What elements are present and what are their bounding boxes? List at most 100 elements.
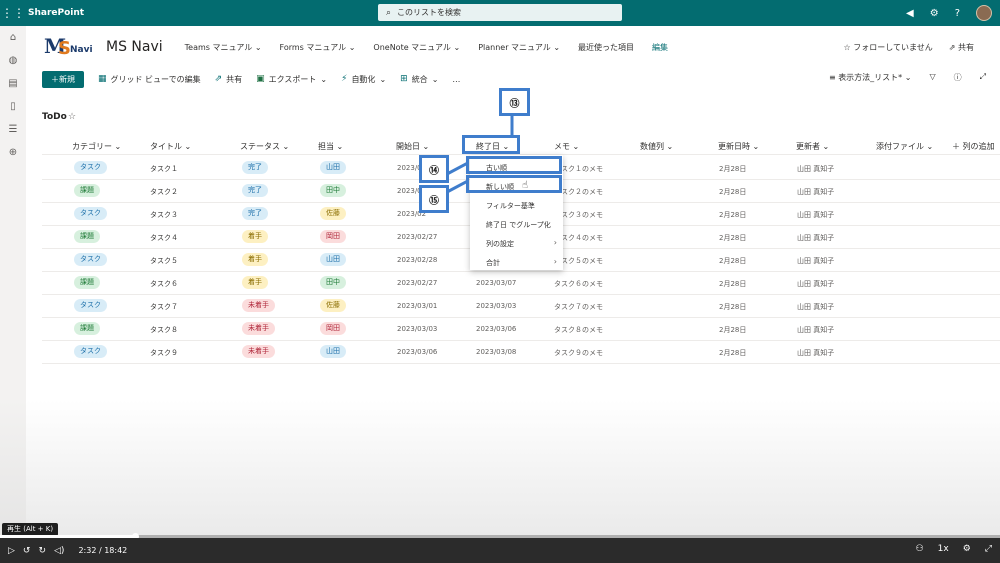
grid-edit-button[interactable]: ▦ グリッド ビューでの編集: [98, 74, 201, 85]
gear-icon[interactable]: ⚙: [930, 8, 939, 19]
title-cell: タスク９: [150, 349, 178, 357]
new-button[interactable]: ＋ 新規: [42, 70, 84, 88]
menu-item-filter[interactable]: フィルター基準: [486, 201, 535, 211]
end-date-cell: 2023/03/03: [476, 302, 517, 310]
category-pill: タスク: [74, 253, 107, 266]
forward-icon[interactable]: ↻: [38, 546, 46, 556]
more-command[interactable]: …: [452, 75, 460, 84]
info-icon[interactable]: ⓘ: [954, 72, 962, 83]
nav-item-teams[interactable]: Teams マニュアル ⌄: [185, 42, 262, 53]
modified-by-cell: 山田 真知子: [797, 303, 835, 311]
column-header-owner[interactable]: 担当 ⌄: [318, 141, 343, 152]
list-icon[interactable]: ☰: [9, 124, 18, 135]
modified-cell: 2月28日: [719, 326, 747, 334]
nav-item-recent[interactable]: 最近使った項目: [578, 42, 634, 53]
site-name[interactable]: MS Navi: [106, 39, 163, 55]
menu-item-totals[interactable]: 合計: [486, 258, 500, 268]
nav-item-planner[interactable]: Planner マニュアル ⌄: [478, 42, 560, 53]
integrate-command[interactable]: ⊞ 統合 ⌄: [400, 74, 438, 85]
annotation-highlight-end-column: [462, 135, 520, 154]
help-icon[interactable]: ?: [955, 8, 960, 19]
annotation-pointer-13: [510, 115, 514, 138]
column-header-status[interactable]: ステータス ⌄: [240, 141, 289, 152]
start-date-cell: 2023/03/01: [397, 302, 438, 310]
follow-button[interactable]: ☆ フォローしていません: [844, 42, 933, 53]
avatar[interactable]: [976, 5, 992, 21]
nav-edit-link[interactable]: 編集: [652, 42, 668, 53]
status-pill: 完了: [242, 184, 268, 197]
modified-cell: 2月28日: [719, 257, 747, 265]
modified-by-cell: 山田 真知子: [797, 165, 835, 173]
end-date-cell: 2023/03/07: [476, 279, 517, 287]
settings-icon[interactable]: ⚙: [963, 544, 971, 554]
column-header-category[interactable]: カテゴリー ⌄: [72, 141, 121, 152]
title-cell: タスク３: [150, 211, 178, 219]
globe-icon[interactable]: ◍: [9, 55, 18, 66]
modified-by-cell: 山田 真知子: [797, 257, 835, 265]
rewind-icon[interactable]: ↺: [23, 546, 31, 556]
news-icon[interactable]: ▤: [8, 78, 17, 89]
view-options-button[interactable]: ≡ 表示方法_リスト* ⌄: [829, 72, 912, 83]
modified-cell: 2月28日: [719, 188, 747, 196]
modified-by-cell: 山田 真知子: [797, 280, 835, 288]
column-header-start[interactable]: 開始日 ⌄: [396, 141, 429, 152]
column-header-modified-by[interactable]: 更新者 ⌄: [796, 141, 829, 152]
modified-cell: 2月28日: [719, 349, 747, 357]
owner-pill: 佐藤: [320, 299, 346, 312]
megaphone-icon[interactable]: ◀: [906, 8, 914, 19]
people-icon[interactable]: ⚇: [916, 544, 924, 554]
table-row[interactable]: 課題 タスク８ 未着手 岡田 2023/03/03 2023/03/06 タスク８のメモ 2月…: [42, 318, 1000, 341]
command-bar: ＋ 新規 ▦ グリッド ビューでの編集 ⇗ 共有 ▣ エクスポート ⌄ ⚡ 自動化 ⌄ …: [26, 68, 1000, 90]
menu-item-column-settings[interactable]: 列の設定: [486, 239, 514, 249]
modified-by-cell: 山田 真知子: [797, 326, 835, 334]
modified-by-cell: 山田 真知子: [797, 349, 835, 357]
column-header-title[interactable]: タイトル ⌄: [150, 141, 191, 152]
add-column-button[interactable]: ＋ 列の追加: [952, 141, 995, 152]
table-row[interactable]: タスク タスク９ 未着手 山田 2023/03/06 2023/03/08 タスク９のメモ 2…: [42, 341, 1000, 364]
play-icon[interactable]: ▷: [8, 546, 15, 556]
owner-pill: 岡田: [320, 230, 346, 243]
automate-icon: ⚡: [341, 74, 348, 84]
column-header-modified[interactable]: 更新日時 ⌄: [718, 141, 759, 152]
home-icon[interactable]: ⌂: [10, 32, 16, 43]
annotation-highlight-oldest: [466, 156, 562, 174]
search-box[interactable]: ⌕ このリストを検索: [378, 4, 622, 21]
memo-cell: タスク８のメモ: [554, 326, 603, 334]
site-logo[interactable]: M S Navi: [44, 34, 93, 60]
app-name[interactable]: SharePoint: [28, 8, 84, 18]
table-row[interactable]: 課題 タスク６ 着手 田中 2023/02/27 2023/03/07 タスク６のメモ 2月2…: [42, 272, 1000, 295]
expand-icon[interactable]: ⤢: [980, 72, 986, 83]
table-row[interactable]: タスク タスク７ 未着手 佐藤 2023/03/01 2023/03/03 タスク７のメモ 2…: [42, 295, 1000, 318]
share-button[interactable]: ⇗ 共有: [949, 42, 974, 53]
annotation-label-14: ⑭: [429, 165, 439, 177]
favorite-star-icon[interactable]: ☆: [68, 112, 76, 122]
modified-by-cell: 山田 真知子: [797, 234, 835, 242]
volume-icon[interactable]: ◁): [54, 546, 64, 556]
status-pill: 未着手: [242, 345, 275, 358]
app-launcher-icon[interactable]: ⋮⋮: [0, 0, 26, 26]
share-command[interactable]: ⇗ 共有: [215, 74, 243, 85]
owner-pill: 田中: [320, 276, 346, 289]
site-header: M S Navi MS Navi Teams マニュアル ⌄ Forms マニュアル…: [26, 26, 1000, 68]
automate-command[interactable]: ⚡ 自動化 ⌄: [341, 74, 386, 85]
column-header-number[interactable]: 数値列 ⌄: [640, 141, 673, 152]
add-circle-icon[interactable]: ⊕: [9, 147, 17, 158]
column-header-memo[interactable]: メモ ⌄: [554, 141, 579, 152]
hand-cursor-icon: ☝: [522, 180, 529, 191]
fullscreen-icon[interactable]: ⤢: [985, 544, 992, 554]
nav-item-onenote[interactable]: OneNote マニュアル ⌄: [373, 42, 460, 53]
status-pill: 着手: [242, 253, 268, 266]
playback-speed[interactable]: 1x: [938, 544, 949, 554]
owner-pill: 山田: [320, 161, 346, 174]
file-icon[interactable]: ▯: [10, 101, 16, 112]
video-player-controls: ▷ ↺ ↻ ◁) 2:32 / 18:42 ⚇ 1x ⚙ ⤢: [0, 538, 1000, 563]
column-header-attachments[interactable]: 添付ファイル ⌄: [876, 141, 933, 152]
modified-by-cell: 山田 真知子: [797, 188, 835, 196]
table-header: カテゴリー ⌄ タイトル ⌄ ステータス ⌄ 担当 ⌄ 開始日 ⌄ 終了日 ⌄ …: [42, 137, 1000, 155]
nav-item-forms[interactable]: Forms マニュアル ⌄: [280, 42, 356, 53]
export-command[interactable]: ▣ エクスポート ⌄: [256, 74, 327, 85]
filter-icon[interactable]: ▽: [929, 72, 935, 83]
memo-cell: タスク７のメモ: [554, 303, 603, 311]
playback-time: 2:32 / 18:42: [78, 546, 128, 555]
menu-item-group-by[interactable]: 終了日 でグループ化: [486, 220, 551, 230]
